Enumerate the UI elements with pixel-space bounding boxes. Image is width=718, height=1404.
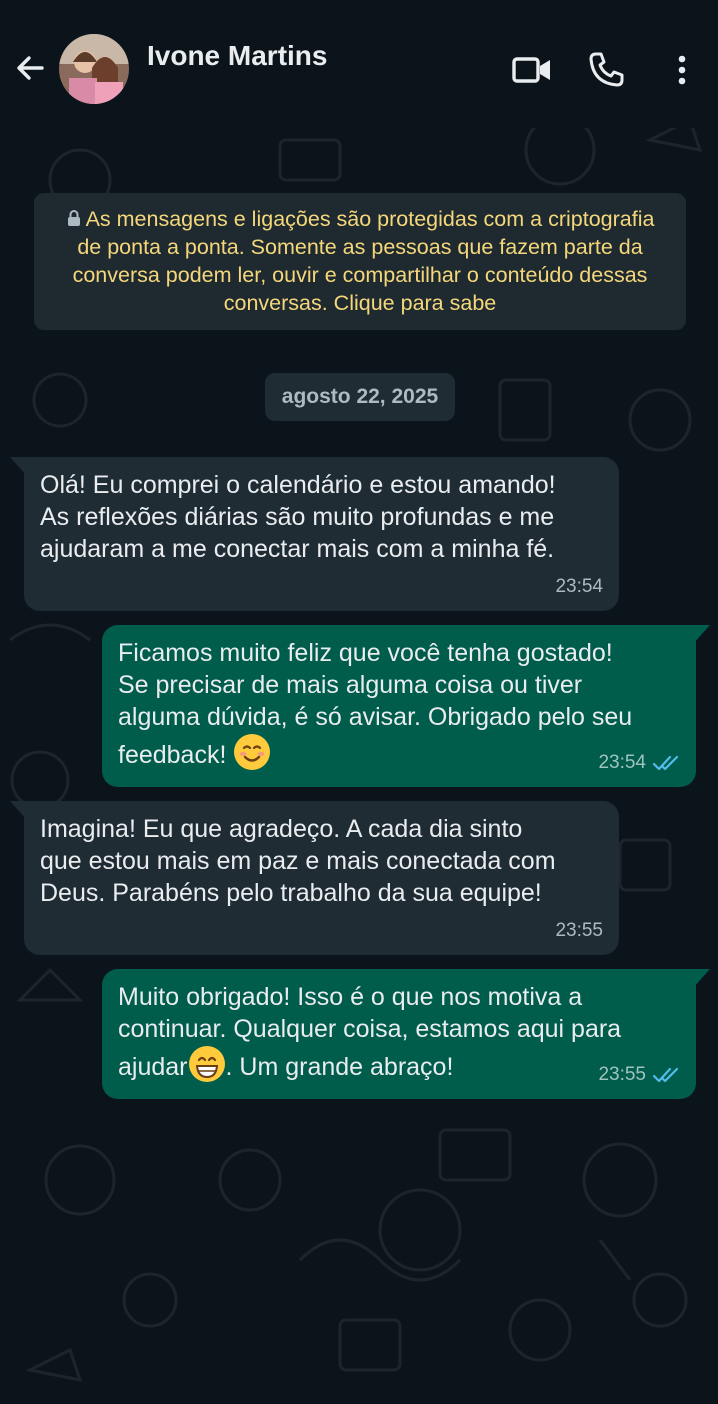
message-text: Olá! Eu comprei o calendário e estou ama… — [40, 471, 556, 563]
bubble-tail — [10, 457, 26, 475]
message-bubble-incoming[interactable]: Imagina! Eu que agradeço. A cada dia sin… — [10, 801, 619, 955]
encryption-notice[interactable]: As mensagens e ligações são protegidas c… — [34, 193, 686, 330]
message-bubble-outgoing[interactable]: Ficamos muito feliz que você tenha gosta… — [102, 625, 710, 787]
message-text-end: . Um grande abraço! — [225, 1053, 454, 1081]
video-call-icon[interactable] — [510, 48, 554, 92]
message-bubble-outgoing[interactable]: Muito obrigado! Isso é o que nos motiva … — [102, 969, 710, 1099]
bubble-tail — [694, 969, 710, 987]
message-bubble-incoming[interactable]: Olá! Eu comprei o calendário e estou ama… — [10, 457, 619, 611]
contact-name[interactable]: Ivone Martins — [147, 40, 327, 72]
bubble-tail — [10, 801, 26, 819]
chat-header: Ivone Martins — [0, 0, 718, 128]
encryption-notice-text: As mensagens e ligações são protegidas c… — [72, 207, 655, 315]
more-options-icon[interactable] — [660, 48, 704, 92]
read-receipt-icon — [652, 1067, 679, 1083]
phone-icon[interactable] — [584, 48, 628, 92]
grinning-face-emoji — [188, 1046, 225, 1082]
message-time: 23:54 — [598, 752, 646, 773]
back-arrow-icon[interactable] — [10, 48, 50, 88]
lock-icon — [67, 210, 80, 226]
bubble-tail — [694, 625, 710, 643]
read-receipt-icon — [652, 755, 679, 771]
avatar[interactable] — [59, 34, 129, 104]
message-time: 23:55 — [598, 1064, 646, 1085]
message-time: 23:54 — [555, 576, 603, 597]
message-text: Imagina! Eu que agradeço. A cada dia sin… — [40, 815, 556, 907]
date-divider: agosto 22, 2025 — [265, 373, 455, 421]
smiling-face-emoji — [234, 734, 271, 770]
message-time: 23:55 — [555, 920, 603, 941]
message-text: Ficamos muito feliz que você tenha gosta… — [118, 639, 633, 769]
